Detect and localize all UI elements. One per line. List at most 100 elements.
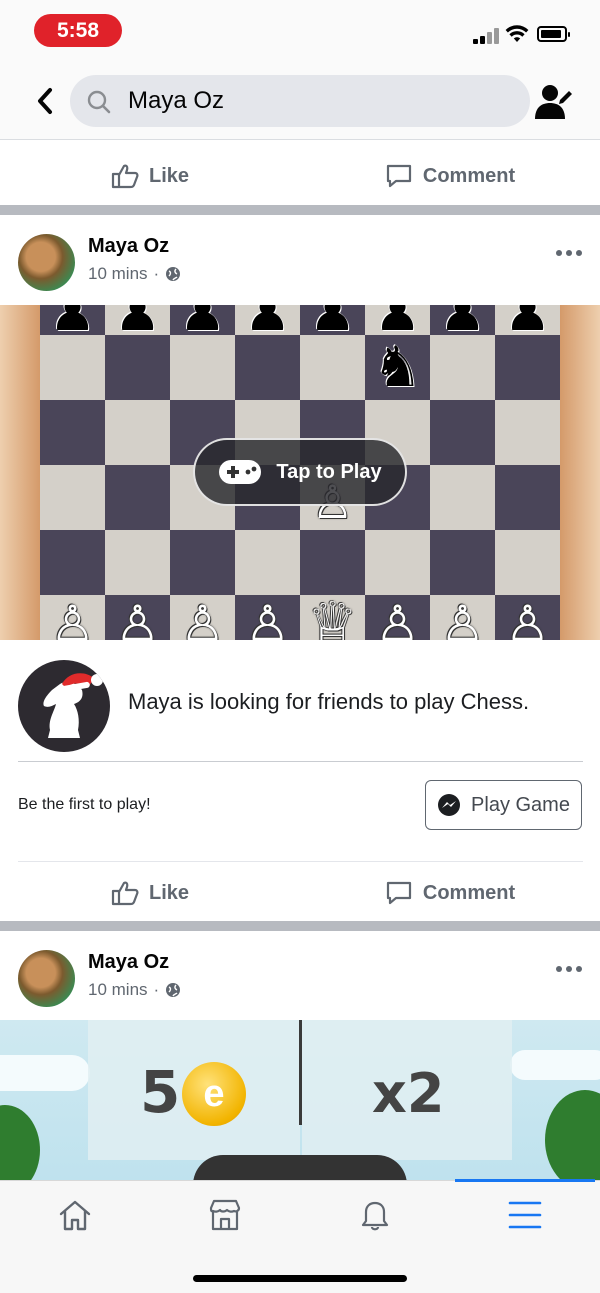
globe-icon	[166, 267, 181, 281]
comment-label: Comment	[422, 881, 516, 904]
search-input[interactable]: Maya Oz	[70, 75, 530, 127]
search-header: Maya Oz	[0, 62, 600, 140]
board-square	[365, 530, 430, 595]
like-button[interactable]: Like	[0, 862, 300, 924]
black-knight-piece: ♞	[372, 335, 423, 400]
white-queen-piece: ♕	[307, 591, 358, 640]
board-square	[105, 400, 170, 465]
coin-letter: e	[203, 1072, 225, 1115]
panel-divider	[299, 1020, 302, 1125]
play-game-button[interactable]: Play Game	[425, 780, 582, 830]
battery-icon	[537, 26, 570, 42]
chevron-left-icon	[38, 88, 52, 114]
game-preview[interactable]: 5 e x2	[0, 1020, 600, 1180]
tap-to-play-label: Tap to Play	[276, 460, 382, 483]
white-pawn-piece: ♙	[440, 594, 485, 641]
like-button[interactable]: Like	[0, 145, 300, 207]
multiplier-value: x2	[372, 1062, 445, 1125]
knight-santa-hat-icon	[43, 673, 103, 738]
black-pawn-piece: ♟	[504, 305, 551, 343]
tab-home[interactable]	[50, 1195, 100, 1235]
back-button[interactable]	[30, 86, 60, 116]
post-meta: 10 mins ·	[88, 264, 181, 284]
more-options-button[interactable]	[556, 246, 586, 260]
white-pawn-piece: ♙	[50, 594, 95, 641]
avatar[interactable]	[18, 950, 75, 1007]
board-square	[235, 530, 300, 595]
comment-button[interactable]: Comment	[300, 862, 600, 924]
post-author[interactable]: Maya Oz	[88, 951, 169, 974]
post-time[interactable]: 10 mins	[88, 980, 148, 1000]
chess-knight-logo[interactable]	[18, 660, 110, 752]
post-meta: 10 mins ·	[88, 980, 181, 1000]
board-square	[170, 530, 235, 595]
cloud	[510, 1050, 600, 1080]
post-author[interactable]: Maya Oz	[88, 235, 169, 258]
home-indicator	[193, 1275, 407, 1282]
meta-separator: ·	[153, 980, 160, 999]
prev-post-actions: Like Comment	[0, 145, 600, 207]
more-options-button[interactable]	[556, 962, 586, 976]
board-square	[430, 465, 495, 530]
white-pawn-piece: ♙	[505, 594, 550, 641]
search-icon	[87, 90, 111, 114]
cellular-signal-icon	[473, 28, 499, 44]
comment-label: Comment	[422, 164, 516, 187]
board-square	[430, 400, 495, 465]
gamepad-icon	[219, 460, 262, 484]
meta-separator: ·	[153, 264, 160, 283]
tap-to-play-button[interactable]: Tap to Play	[193, 438, 407, 506]
thumbs-up-icon	[111, 164, 139, 189]
person-edit-icon	[535, 85, 572, 119]
board-square	[495, 400, 560, 465]
white-pawn-piece: ♙	[115, 594, 160, 641]
like-label: Like	[148, 164, 190, 187]
white-pawn-piece: ♙	[375, 594, 420, 641]
post-actions: Like Comment	[0, 862, 600, 924]
messenger-icon	[438, 794, 461, 816]
play-game-label: Play Game	[471, 793, 570, 816]
post-header: Maya Oz 10 mins ·	[0, 218, 600, 303]
feed-separator	[0, 921, 600, 931]
tab-notifications[interactable]	[350, 1195, 400, 1235]
status-bar: 5:58	[0, 0, 600, 62]
thumbs-up-icon	[111, 881, 139, 906]
tab-menu[interactable]	[500, 1195, 550, 1235]
coin-icon: e	[182, 1062, 246, 1126]
white-pawn-piece: ♙	[245, 594, 290, 641]
black-pawn-piece: ♟	[114, 305, 161, 343]
black-pawn-piece: ♟	[309, 305, 356, 343]
comment-icon	[386, 164, 411, 188]
profile-edit-button[interactable]	[532, 82, 576, 122]
first-to-play-text: Be the first to play!	[18, 796, 151, 813]
coin-amount: 5	[140, 1058, 181, 1126]
board-square	[40, 530, 105, 595]
wifi-icon	[505, 25, 529, 42]
home-icon	[59, 1200, 91, 1231]
card-divider	[18, 761, 583, 762]
game-card: Maya is looking for friends to play Ches…	[0, 640, 600, 860]
board-square	[495, 465, 560, 530]
comment-icon	[386, 881, 411, 905]
tab-marketplace[interactable]	[200, 1195, 250, 1235]
feed-separator	[0, 205, 600, 215]
status-time: 5:58	[34, 14, 122, 47]
notifications-icon	[361, 1201, 389, 1231]
post-time[interactable]: 10 mins	[88, 264, 148, 284]
board-square	[495, 530, 560, 595]
board-frame-right	[560, 305, 600, 640]
board-square	[430, 530, 495, 595]
marketplace-icon	[209, 1199, 241, 1231]
active-tab-indicator	[455, 1179, 595, 1182]
black-pawn-piece: ♟	[439, 305, 486, 343]
tap-to-play-button[interactable]	[193, 1155, 407, 1180]
board-square	[300, 530, 365, 595]
comment-button[interactable]: Comment	[300, 145, 600, 207]
black-pawn-piece: ♟	[179, 305, 226, 343]
globe-icon	[166, 983, 181, 997]
board-square	[105, 530, 170, 595]
search-query: Maya Oz	[128, 87, 225, 114]
tree	[0, 1105, 40, 1180]
avatar[interactable]	[18, 234, 75, 291]
board-frame-left	[0, 305, 40, 640]
